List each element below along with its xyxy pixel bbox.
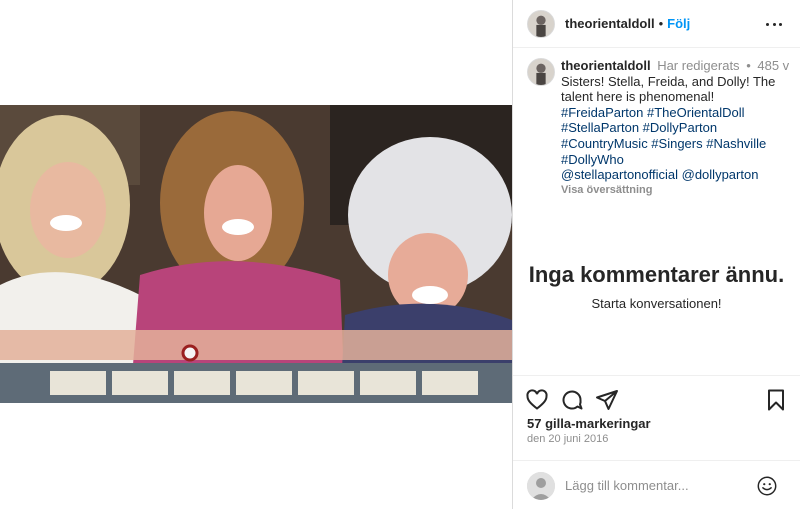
post-photo[interactable]	[0, 105, 512, 403]
emoji-icon[interactable]	[756, 475, 778, 497]
caption-body: theorientaldoll Har redigerats • 485 v S…	[561, 58, 793, 198]
post-date: den 20 juni 2016	[527, 433, 609, 445]
comment-icon[interactable]	[560, 388, 584, 412]
caption-text-line: talent here is phenomenal!	[561, 89, 715, 105]
hashtag-line[interactable]: #DollyWho	[561, 152, 793, 168]
comment-input[interactable]	[565, 475, 755, 495]
author-username[interactable]: theorientaldoll	[565, 16, 655, 31]
current-user-avatar	[527, 472, 555, 500]
no-comments-subtitle: Starta konversationen!	[591, 296, 722, 311]
likes-count[interactable]: 57 gilla-markeringar	[527, 416, 651, 431]
send-icon[interactable]	[595, 388, 619, 412]
caption-username[interactable]: theorientaldoll	[561, 58, 651, 73]
hashtag-line[interactable]: #StellaParton #DollyParton	[561, 120, 793, 136]
mention-line[interactable]: @stellapartonofficial @dollyparton	[561, 167, 793, 183]
photo-illustration	[0, 105, 512, 403]
hashtag-line[interactable]: #FreidaParton #TheOrientalDoll	[561, 105, 793, 121]
comment-bar	[513, 460, 800, 509]
edited-separator: •	[746, 58, 751, 73]
caption-text-line: Sisters! Stella, Freida, and Dolly! The	[561, 73, 776, 89]
time-ago: 485 v	[757, 58, 790, 73]
header-separator: •	[658, 16, 664, 31]
heart-icon[interactable]	[525, 388, 549, 412]
follow-button[interactable]: Följ	[667, 16, 690, 31]
media-pane	[0, 0, 512, 509]
edited-label: Har redigerats	[657, 58, 740, 73]
no-comments-title: Inga kommentarer ännu.	[528, 262, 785, 287]
hashtag-line[interactable]: #CountryMusic #Singers #Nashville	[561, 136, 793, 152]
author-avatar[interactable]	[527, 9, 555, 38]
see-translation-link[interactable]: Visa översättning	[561, 183, 793, 199]
post-side-panel: theorientaldoll • Följ theorientaldoll H…	[512, 0, 800, 509]
more-options-icon[interactable]	[766, 16, 782, 32]
post-header: theorientaldoll • Följ	[513, 0, 800, 48]
bookmark-icon[interactable]	[764, 388, 788, 412]
caption-avatar[interactable]	[527, 58, 555, 86]
